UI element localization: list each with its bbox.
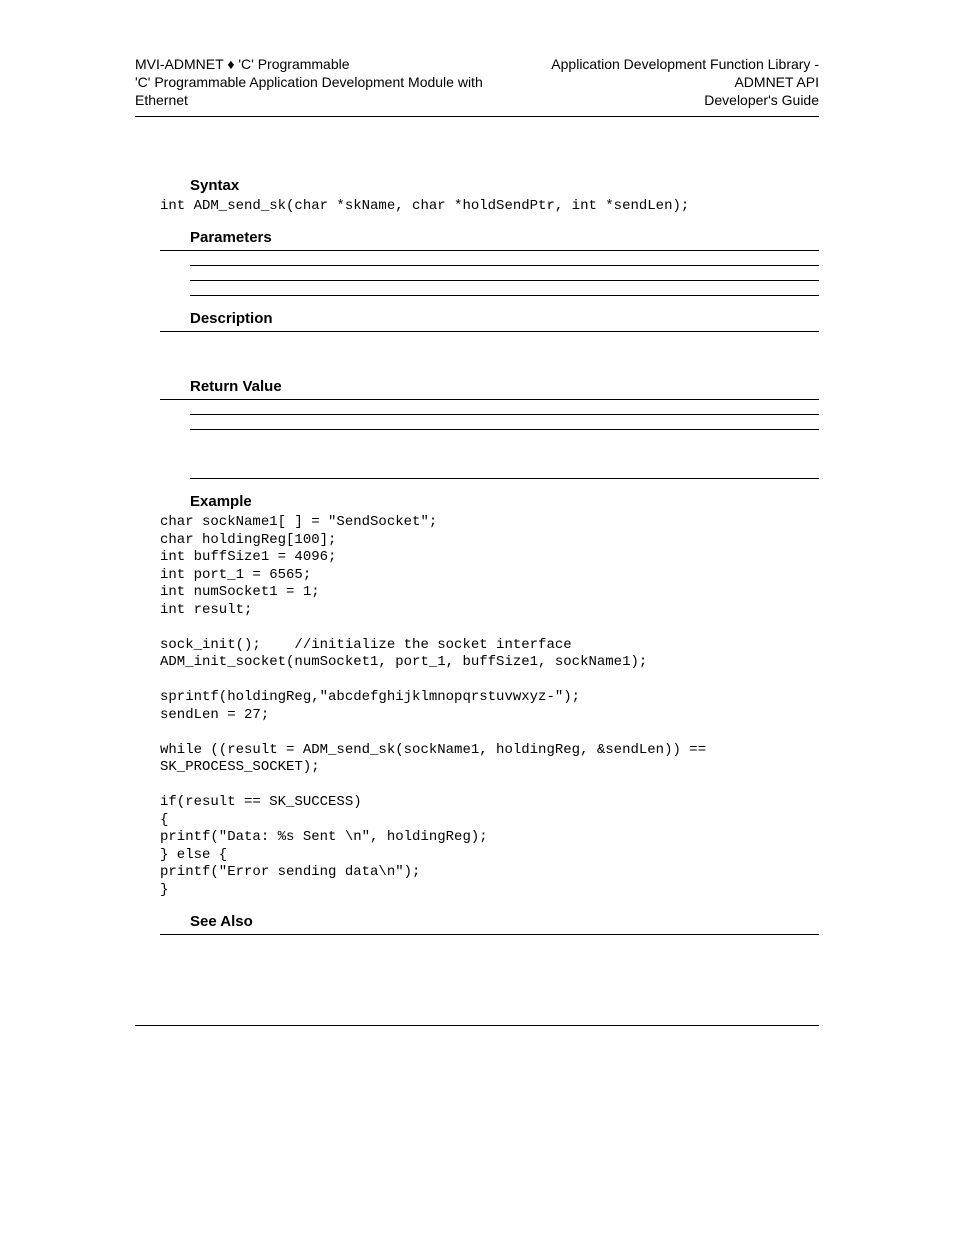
header-left-line1a: MVI-ADMNET <box>135 56 227 72</box>
description-heading: Description <box>190 310 819 327</box>
spacer <box>160 346 819 366</box>
header-left-line2: 'C' Programmable Application Development… <box>135 74 483 108</box>
see-also-heading: See Also <box>190 913 819 930</box>
rule <box>190 295 819 296</box>
rule <box>160 331 819 332</box>
rule <box>160 934 819 935</box>
header-right: Application Development Function Library… <box>499 55 819 110</box>
rule <box>190 429 819 430</box>
parameters-heading: Parameters <box>190 229 819 246</box>
rule <box>160 399 819 400</box>
rule <box>190 265 819 266</box>
rule <box>190 478 819 479</box>
syntax-heading: Syntax <box>190 177 819 194</box>
rule <box>190 280 819 281</box>
example-heading: Example <box>190 493 819 510</box>
header-left: MVI-ADMNET ♦ 'C' Programmable 'C' Progra… <box>135 55 499 110</box>
header-left-line1b: 'C' Programmable <box>234 56 349 72</box>
header-right-line1: Application Development Function Library… <box>551 56 819 90</box>
rule <box>160 250 819 251</box>
page: MVI-ADMNET ♦ 'C' Programmable 'C' Progra… <box>0 0 954 1106</box>
spacer <box>160 444 819 464</box>
header-right-line2: Developer's Guide <box>704 92 819 108</box>
page-header: MVI-ADMNET ♦ 'C' Programmable 'C' Progra… <box>135 55 819 117</box>
footer-rule <box>135 1025 819 1026</box>
return-value-heading: Return Value <box>190 378 819 395</box>
example-code: char sockName1[ ] = "SendSocket"; char h… <box>160 514 819 899</box>
syntax-code: int ADM_send_sk(char *skName, char *hold… <box>160 198 819 216</box>
rule <box>190 414 819 415</box>
content-area: Syntax int ADM_send_sk(char *skName, cha… <box>135 177 819 936</box>
